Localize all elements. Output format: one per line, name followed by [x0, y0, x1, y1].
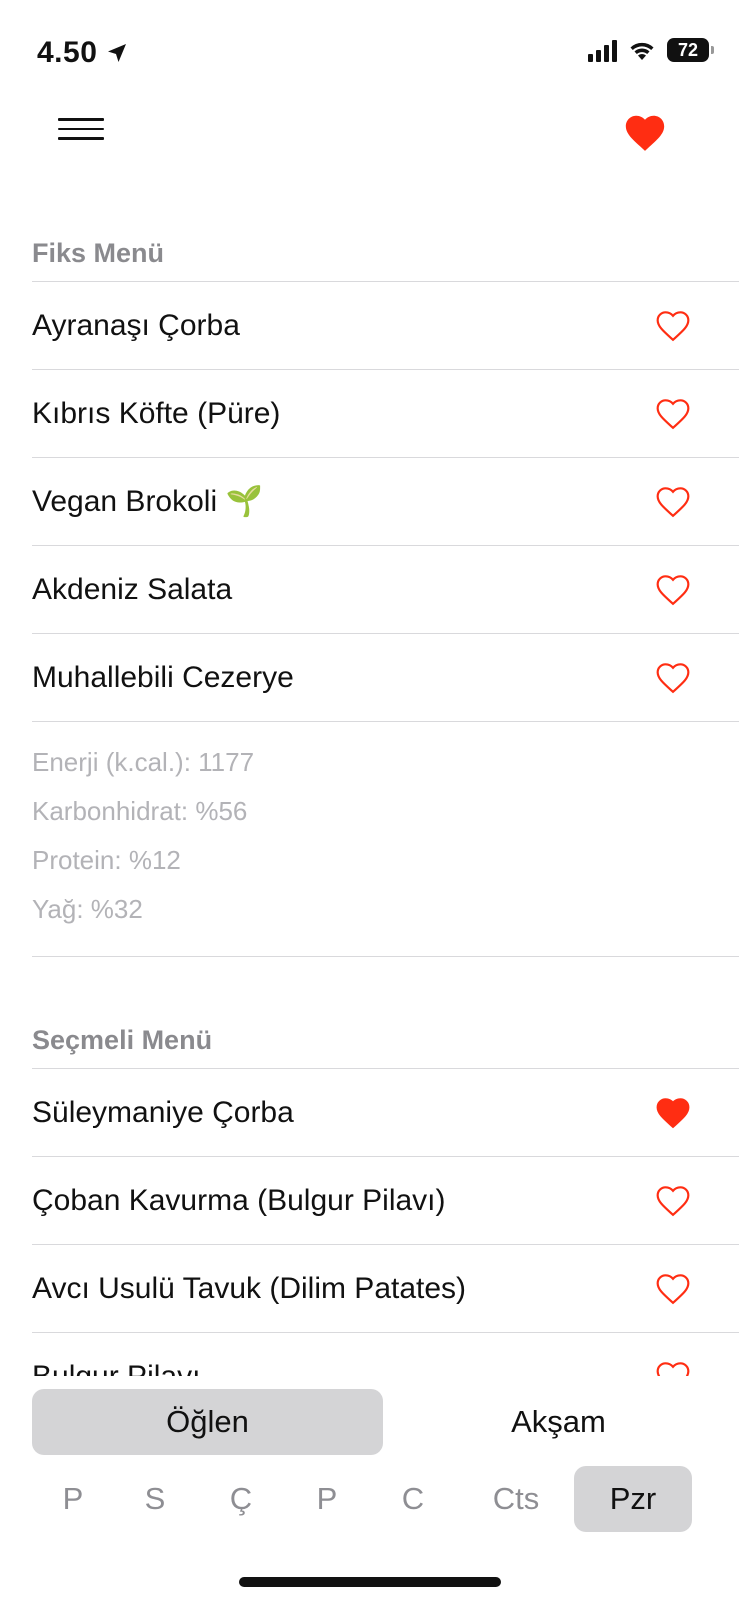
day-sunday[interactable]: Pzr [574, 1466, 692, 1532]
list-item[interactable]: Çoban Kavurma (Bulgur Pilavı) [32, 1157, 739, 1245]
status-time: 4.50 [37, 36, 129, 70]
day-tuesday[interactable]: S [114, 1466, 196, 1532]
nutrition-fat: Yağ: %32 [32, 894, 143, 924]
section-header-optional-menu: Seçmeli Menü [32, 987, 739, 1069]
day-friday[interactable]: C [368, 1466, 458, 1532]
menu-item-label: Ayranaşı Çorba [32, 308, 240, 342]
menu-list[interactable]: Fiks Menü Ayranaşı Çorba Kıbrıs Köfte (P… [0, 200, 739, 1376]
nutrition-carbs: Karbonhidrat: %56 [32, 796, 248, 826]
battery-icon: 72 [667, 38, 714, 62]
home-indicator[interactable] [239, 1577, 501, 1587]
heart-outline-icon[interactable] [651, 1269, 695, 1309]
menu-item-label: Kıbrıs Köfte (Püre) [32, 396, 281, 430]
list-item[interactable]: Bulgur Pilavı [32, 1333, 739, 1376]
location-arrow-icon [108, 44, 127, 62]
wifi-icon [630, 42, 654, 60]
list-item[interactable]: Süleymaniye Çorba [32, 1069, 739, 1157]
day-monday[interactable]: P [32, 1466, 114, 1532]
heart-outline-icon[interactable] [651, 1357, 695, 1377]
day-thursday[interactable]: P [286, 1466, 368, 1532]
heart-outline-icon[interactable] [651, 570, 695, 610]
heart-filled-icon[interactable] [651, 1093, 695, 1133]
list-item[interactable]: Avcı Usulü Tavuk (Dilim Patates) [32, 1245, 739, 1333]
segment-dinner[interactable]: Akşam [383, 1389, 734, 1455]
list-item[interactable]: Vegan Brokoli 🌱 [32, 458, 739, 546]
heart-outline-icon[interactable] [651, 394, 695, 434]
heart-outline-icon[interactable] [651, 306, 695, 346]
heart-outline-icon[interactable] [651, 482, 695, 522]
battery-level: 72 [677, 39, 699, 60]
segment-lunch[interactable]: Öğlen [32, 1389, 383, 1455]
day-saturday[interactable]: Cts [458, 1466, 574, 1532]
meal-segmented-control[interactable]: Öğlen Akşam [32, 1389, 734, 1455]
menu-item-label: Vegan Brokoli 🌱 [32, 485, 263, 518]
heart-outline-icon[interactable] [651, 658, 695, 698]
nutrition-energy: Enerji (k.cal.): 1177 [32, 747, 255, 777]
section-header-fixed-menu: Fiks Menü [32, 200, 739, 282]
status-bar: 4.50 72 [0, 0, 739, 100]
hamburger-menu-icon[interactable] [58, 118, 104, 146]
nutrition-info: Enerji (k.cal.): 1177 Karbonhidrat: %56 … [32, 722, 739, 957]
list-item[interactable]: Kıbrıs Köfte (Püre) [32, 370, 739, 458]
nutrition-protein: Protein: %12 [32, 845, 181, 875]
favorites-heart-icon[interactable] [622, 110, 668, 156]
list-item[interactable]: Muhallebili Cezerye [32, 634, 739, 722]
menu-item-label: Akdeniz Salata [32, 572, 233, 606]
menu-item-label: Muhallebili Cezerye [32, 660, 294, 694]
menu-item-label: Süleymaniye Çorba [32, 1095, 294, 1129]
status-indicators: 72 [588, 38, 714, 62]
day-wednesday[interactable]: Ç [196, 1466, 286, 1532]
heart-outline-icon[interactable] [651, 1181, 695, 1221]
day-selector[interactable]: P S Ç P C Cts Pzr [32, 1466, 712, 1532]
menu-item-label: Avcı Usulü Tavuk (Dilim Patates) [32, 1271, 467, 1305]
cellular-signal-icon [588, 38, 617, 62]
menu-item-label: Bulgur Pilavı [32, 1359, 201, 1377]
list-item[interactable]: Akdeniz Salata [32, 546, 739, 634]
time-label: 4.50 [37, 36, 98, 69]
list-item[interactable]: Ayranaşı Çorba [32, 282, 739, 370]
menu-item-label: Çoban Kavurma (Bulgur Pilavı) [32, 1183, 446, 1217]
